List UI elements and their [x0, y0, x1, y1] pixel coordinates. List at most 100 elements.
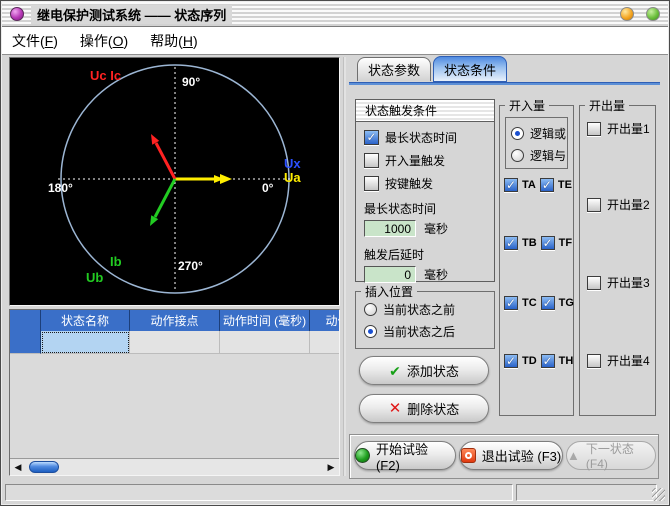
output-quantity-legend: 开出量	[585, 97, 629, 114]
start-icon	[355, 448, 370, 463]
trigger-delay-unit: 毫秒	[424, 266, 448, 283]
check-icon: ✓	[543, 355, 553, 367]
checkbox-tc[interactable]: ✓	[504, 296, 518, 310]
checkbox-output-4[interactable]: ✓	[587, 354, 601, 368]
scroll-left-icon[interactable]: ◀	[10, 459, 26, 475]
menu-help[interactable]: 帮助(H)	[150, 31, 197, 51]
status-bar	[2, 480, 668, 504]
table-row	[10, 331, 339, 354]
radio-logic-or[interactable]	[511, 127, 524, 140]
checkbox-key-trigger[interactable]: ✓	[364, 176, 379, 191]
radio-row-before-current[interactable]: 当前状态之前	[364, 301, 494, 317]
cell-action-contact[interactable]	[130, 331, 220, 354]
vector-uc-arrowhead	[151, 134, 159, 145]
status-panel-right	[516, 484, 657, 501]
output-row-3: ✓ 开出量3	[587, 274, 650, 291]
horizontal-scrollbar[interactable]: ◀ ▶	[10, 458, 339, 475]
output-row-4: ✓ 开出量4	[587, 352, 650, 369]
logic-box: 逻辑或 逻辑与	[505, 117, 568, 169]
menu-file[interactable]: 文件(F)	[12, 31, 58, 51]
check-icon: ✓	[506, 297, 516, 309]
quit-test-button[interactable]: 退出试验 (F3)	[459, 441, 563, 470]
minimize-button[interactable]	[620, 7, 634, 21]
checkbox-te[interactable]: ✓	[540, 178, 554, 192]
radio-row-after-current[interactable]: 当前状态之后	[364, 323, 494, 339]
title-bar: 继电保护测试系统 —— 状态序列	[2, 2, 668, 27]
checkbox-row-max-state-time[interactable]: ✓ 最长状态时间	[364, 129, 494, 145]
next-state-button: ▲ 下一状态 (F4)	[566, 441, 656, 470]
scrollbar-thumb[interactable]	[29, 461, 59, 473]
table-header-index	[10, 310, 41, 331]
radio-row-logic-or[interactable]: 逻辑或	[511, 125, 567, 141]
checkbox-output-3[interactable]: ✓	[587, 276, 601, 290]
vector-uc-ic	[156, 143, 175, 179]
window-title: 继电保护测试系统 —— 状态序列	[31, 5, 232, 24]
max-state-time-label: 最长状态时间	[364, 200, 494, 217]
label-270deg: 270°	[178, 259, 203, 273]
radio-before-current[interactable]	[364, 303, 377, 316]
max-state-time-unit: 毫秒	[424, 220, 448, 237]
channel-row-tc-tg: ✓ TC ✓ TG	[504, 296, 574, 310]
label-180deg: 180°	[48, 181, 73, 195]
phasor-svg: Uc Ic 90° 180° 0° 270° Ux Ua Ib Ub	[10, 58, 339, 305]
checkbox-max-state-time[interactable]: ✓	[364, 130, 379, 145]
label-0deg: 0°	[262, 181, 274, 195]
label-uc-ic: Uc Ic	[90, 68, 121, 83]
radio-logic-and[interactable]	[511, 149, 524, 162]
checkbox-ta[interactable]: ✓	[504, 178, 518, 192]
radio-after-current[interactable]	[364, 325, 377, 338]
delete-state-button[interactable]: ✕ 删除状态	[359, 394, 489, 423]
checkbox-tg[interactable]: ✓	[541, 296, 555, 310]
label-90deg: 90°	[182, 75, 200, 89]
table-header-row: 状态名称 动作接点 动作时间 (毫秒) 动作状态	[10, 310, 339, 331]
trigger-conditions-box: 状态触发条件 ✓ 最长状态时间 ✓ 开入量触发 ✓ 按键触发 最长状态时间 10…	[355, 99, 495, 282]
max-state-time-input[interactable]: 1000	[364, 220, 416, 237]
checkbox-tb[interactable]: ✓	[504, 236, 518, 250]
cell-state-name[interactable]	[41, 331, 130, 354]
menu-operate[interactable]: 操作(O)	[80, 31, 128, 51]
add-state-button[interactable]: ✔ 添加状态	[359, 356, 489, 385]
checkbox-row-key-trigger[interactable]: ✓ 按键触发	[364, 175, 494, 191]
state-table: 状态名称 动作接点 动作时间 (毫秒) 动作状态 ◀ ▶	[9, 309, 340, 476]
trigger-delay-label: 触发后延时	[364, 246, 494, 263]
channel-row-tb-tf: ✓ TB ✓ TF	[504, 236, 572, 250]
label-ua: Ua	[284, 170, 301, 185]
check-icon: ✓	[542, 179, 552, 191]
scroll-right-icon[interactable]: ▶	[323, 459, 339, 475]
checkbox-input-trigger[interactable]: ✓	[364, 153, 379, 168]
table-header-action-contact: 动作接点	[130, 310, 220, 331]
tab-state-conditions[interactable]: 状态条件	[433, 56, 507, 82]
check-icon: ✓	[506, 237, 516, 249]
input-quantity-group: 开入量 逻辑或 逻辑与 ✓ TA ✓ TE ✓ TB ✓ TF ✓ TC	[499, 105, 574, 416]
close-button[interactable]	[646, 7, 660, 21]
delete-x-icon: ✕	[389, 401, 402, 416]
app-window: 继电保护测试系统 —— 状态序列 文件(F) 操作(O) 帮助(H) Uc Ic	[0, 0, 670, 506]
scrollbar-track[interactable]	[26, 459, 323, 475]
check-icon: ✓	[543, 297, 553, 309]
table-header-action-state: 动作状态	[310, 310, 340, 331]
output-row-1: ✓ 开出量1	[587, 120, 650, 137]
input-quantity-legend: 开入量	[505, 97, 549, 114]
cell-action-state[interactable]	[310, 331, 340, 354]
trigger-delay-input[interactable]: 0	[364, 266, 416, 283]
output-row-2: ✓ 开出量2	[587, 196, 650, 213]
add-check-icon: ✔	[389, 364, 401, 378]
radio-row-logic-and[interactable]: 逻辑与	[511, 147, 567, 163]
start-test-button[interactable]: 开始试验 (F2)	[354, 441, 456, 470]
check-icon: ✓	[506, 355, 516, 367]
next-state-icon: ▲	[567, 449, 580, 462]
checkbox-output-1[interactable]: ✓	[587, 122, 601, 136]
checkbox-tf[interactable]: ✓	[541, 236, 555, 250]
status-panel-left	[5, 484, 513, 501]
checkbox-output-2[interactable]: ✓	[587, 198, 601, 212]
cell-action-time[interactable]	[220, 331, 310, 354]
checkbox-th[interactable]: ✓	[541, 354, 555, 368]
splitter	[343, 57, 346, 476]
row-selector-cell[interactable]	[10, 331, 41, 354]
insert-position-group: 插入位置 当前状态之前 当前状态之后	[355, 291, 495, 349]
resize-grip[interactable]	[652, 488, 665, 501]
checkbox-row-input-trigger[interactable]: ✓ 开入量触发	[364, 152, 494, 168]
checkbox-td[interactable]: ✓	[504, 354, 518, 368]
channel-row-ta-te: ✓ TA ✓ TE	[504, 178, 572, 192]
tab-state-params[interactable]: 状态参数	[357, 57, 431, 81]
